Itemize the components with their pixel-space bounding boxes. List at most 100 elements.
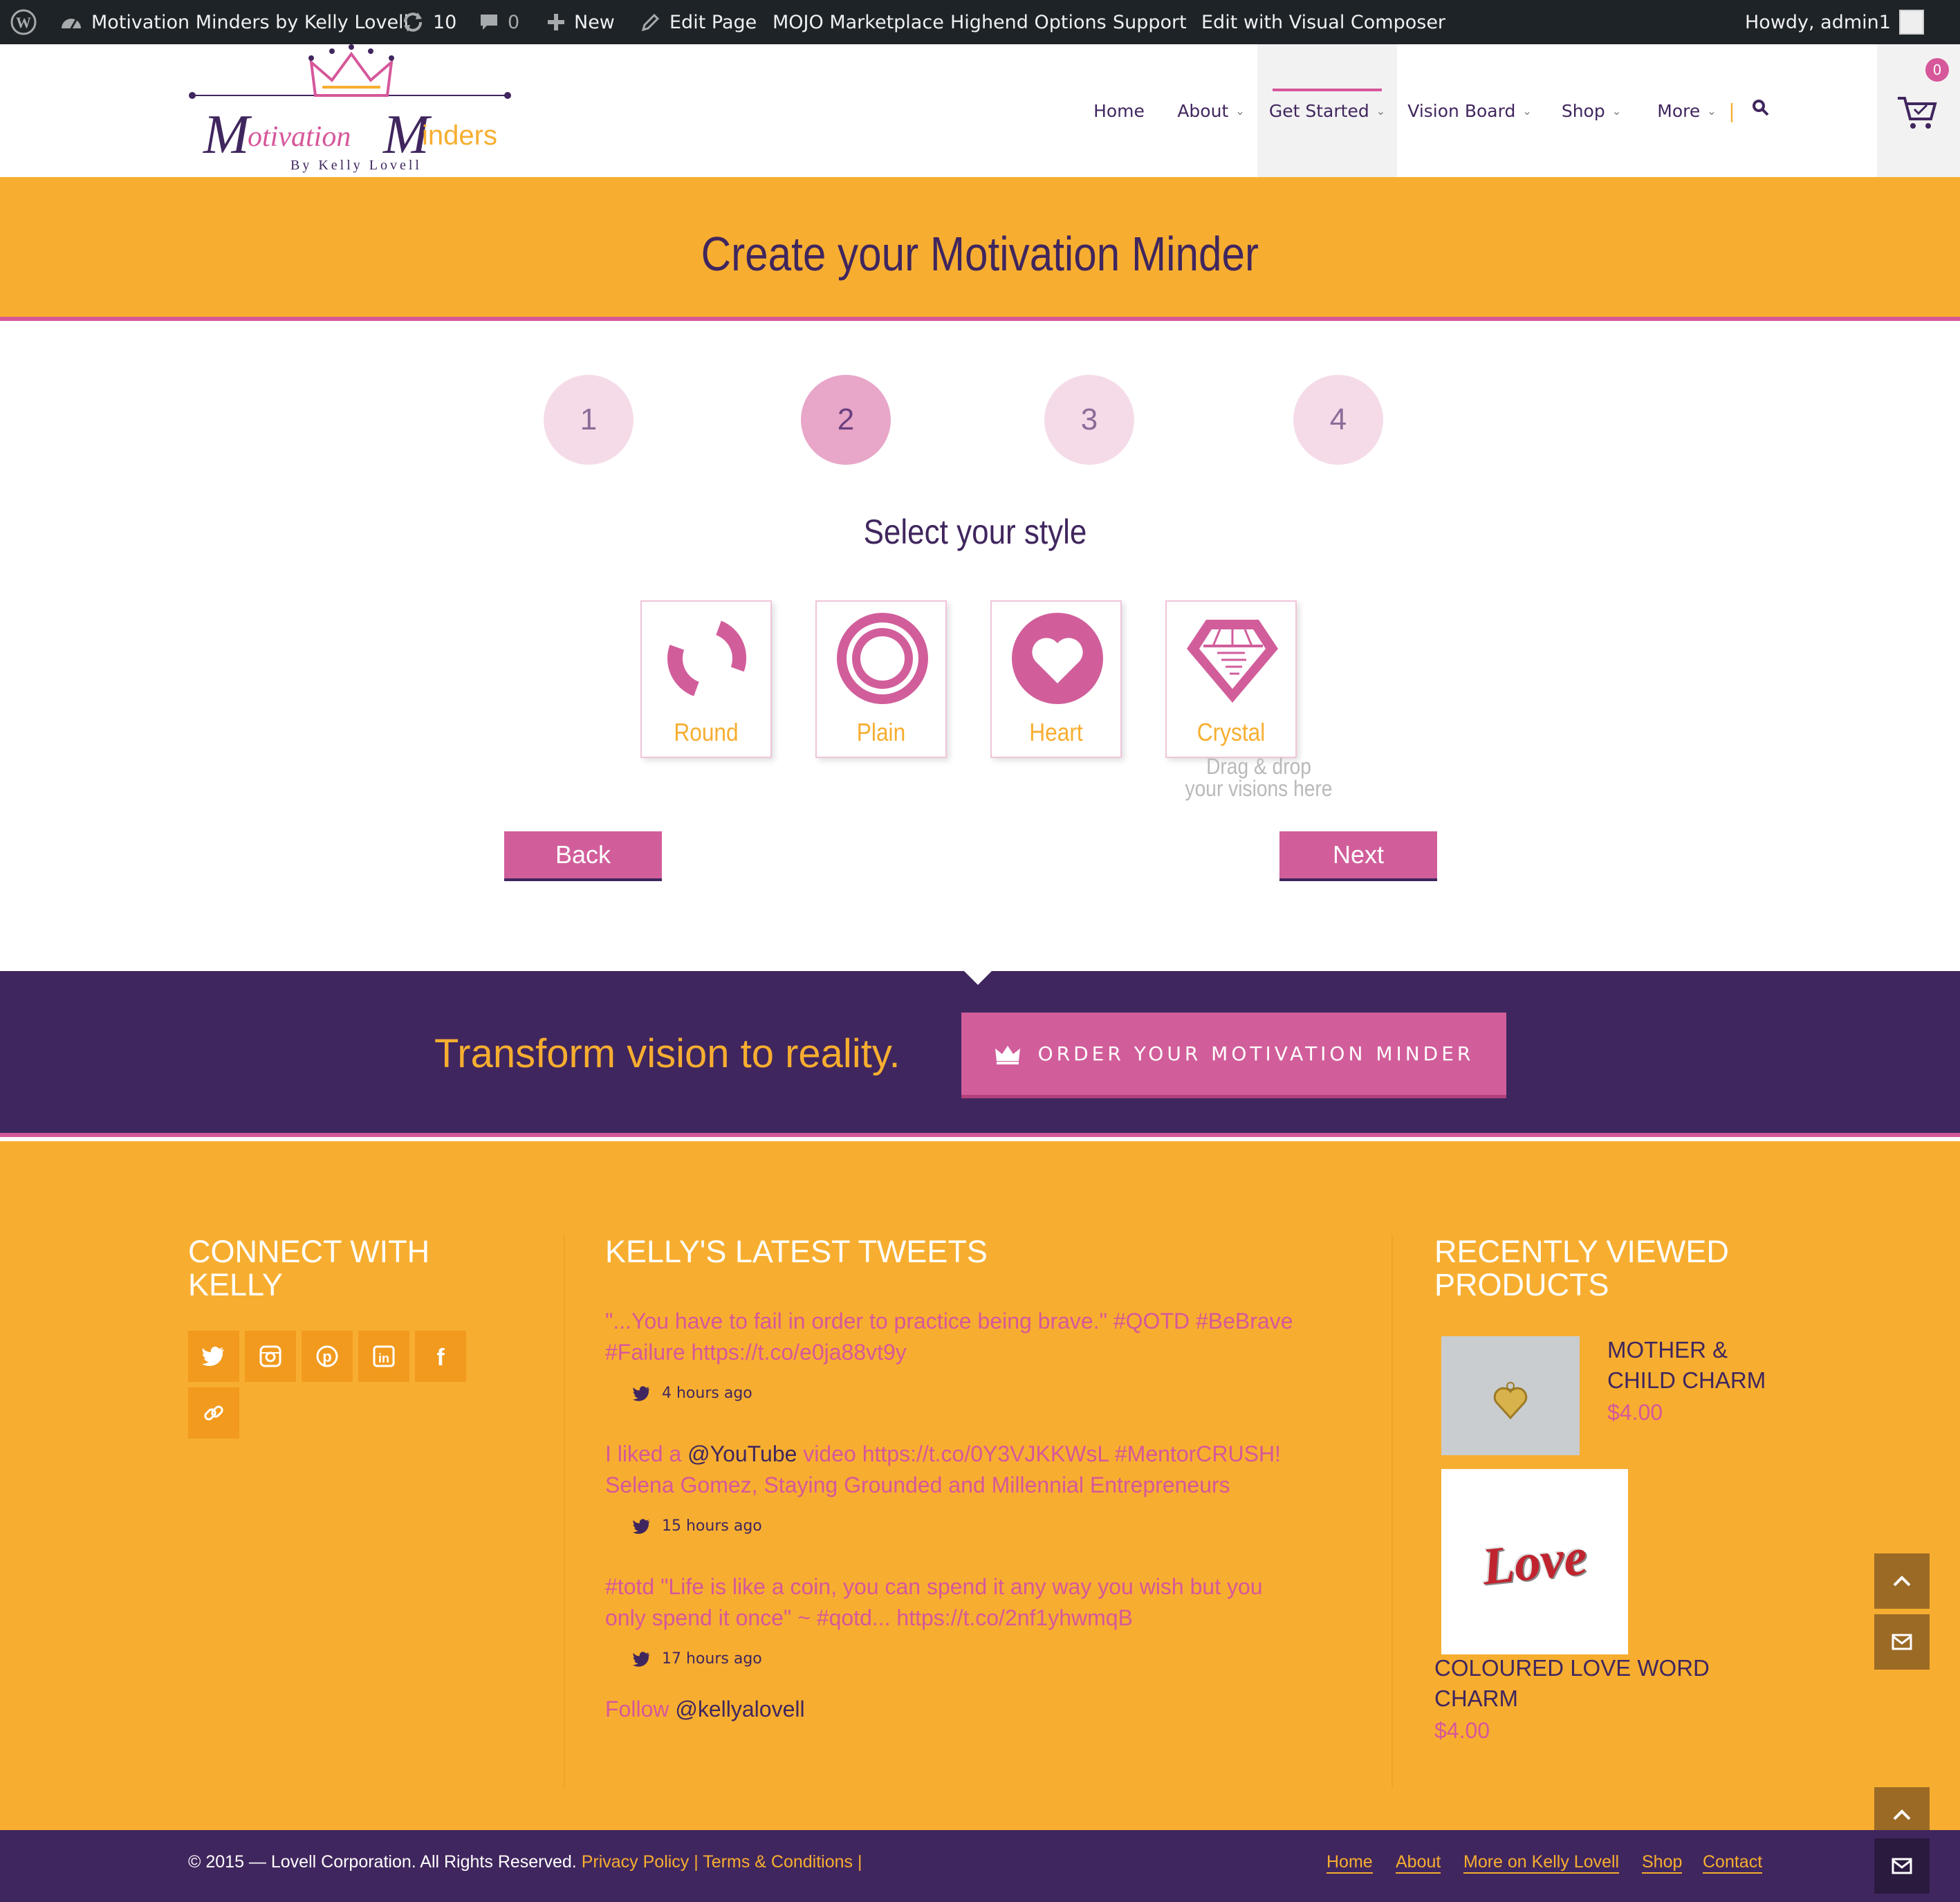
chevron-down-icon: ⌄: [1376, 104, 1386, 118]
product-image-mother-child[interactable]: [1441, 1336, 1580, 1455]
admin-account[interactable]: Howdy, admin1: [1745, 0, 1924, 44]
edit-page-label: Edit Page: [669, 11, 757, 33]
nav-shop[interactable]: Shop ⌄: [1553, 44, 1629, 177]
scroll-top-button[interactable]: [1874, 1553, 1930, 1609]
tweet-2-pre: I liked a: [605, 1441, 682, 1466]
admin-mojo[interactable]: MOJO Marketplace: [773, 0, 944, 44]
product-price: $4.00: [1607, 1400, 1663, 1425]
step-3[interactable]: 3: [1044, 375, 1134, 465]
nav-vision-board[interactable]: Vision Board ⌄: [1404, 44, 1535, 177]
updates-count: 10: [433, 11, 457, 33]
comments-count: 0: [508, 11, 520, 33]
nav-home[interactable]: Home: [1079, 44, 1159, 177]
step-1[interactable]: 1: [544, 375, 634, 465]
admin-bar: W Motivation Minders by Kelly Lovell 10 …: [0, 0, 1960, 44]
contact-mail-button[interactable]: [1874, 1614, 1930, 1670]
linkedin-link[interactable]: in: [358, 1331, 409, 1382]
twitter-link[interactable]: [188, 1331, 239, 1382]
product-price: $4.00: [1434, 1718, 1490, 1743]
admin-comments[interactable]: 0: [479, 0, 519, 44]
product-name-love-charm[interactable]: COLOURED LOVE WORD CHARM: [1434, 1653, 1710, 1714]
link-separator: |: [857, 1852, 862, 1872]
tweet-1-line-1: "...You have to fail in order to practic…: [605, 1309, 1293, 1333]
terms-link[interactable]: Terms & Conditions: [703, 1852, 853, 1872]
link-separator: |: [694, 1852, 699, 1872]
cart-button[interactable]: 0: [1877, 44, 1960, 177]
admin-edit-page[interactable]: Edit Page: [640, 0, 757, 44]
search-icon[interactable]: [1746, 44, 1776, 172]
footer-link-shop[interactable]: Shop: [1642, 1852, 1683, 1874]
privacy-policy-link[interactable]: Privacy Policy: [582, 1852, 690, 1872]
follow-handle-link[interactable]: @kellyalovell: [675, 1697, 804, 1721]
admin-visual-composer[interactable]: Edit with Visual Composer: [1201, 0, 1445, 44]
tweet-3-time: 17 hours ago: [662, 1650, 762, 1668]
follow-line: Follow @kellyalovell: [605, 1694, 1352, 1725]
tweet-1-line-2: #Failure https://t.co/e0ja88vt9y: [605, 1340, 907, 1365]
instagram-link[interactable]: [245, 1331, 296, 1382]
chevron-down-icon: ⌄: [1235, 104, 1245, 118]
next-button[interactable]: Next: [1279, 831, 1437, 881]
product-1-name-line-1: MOTHER &: [1607, 1337, 1728, 1363]
back-button[interactable]: Back: [504, 831, 662, 881]
nav-about-label: About: [1177, 100, 1229, 121]
style-card-plain[interactable]: Plain: [815, 600, 947, 758]
style-card-heart[interactable]: Heart: [990, 600, 1122, 758]
tweet-3-line-1: #totd "Life is like a coin, you can spen…: [605, 1574, 1263, 1599]
nav-more[interactable]: More ⌄: [1646, 44, 1728, 177]
step-4[interactable]: 4: [1293, 375, 1383, 465]
step-2[interactable]: 2: [801, 375, 891, 465]
admin-new[interactable]: New: [546, 0, 615, 44]
nav-about[interactable]: About ⌄: [1167, 44, 1255, 177]
tweet-3[interactable]: #totd "Life is like a coin, you can spen…: [605, 1571, 1352, 1634]
style-round-label: Round: [674, 718, 739, 746]
footer-link-about[interactable]: About: [1396, 1852, 1441, 1874]
site-logo[interactable]: M otivation M inders By Kelly Lovell: [187, 44, 519, 177]
admin-highend[interactable]: Highend Options: [950, 0, 1107, 44]
style-card-round[interactable]: Round: [640, 600, 772, 758]
plain-style-icon: [837, 613, 928, 704]
drag-drop-hint: Drag & drop your visions here: [1174, 755, 1344, 800]
love-charm-image-text: Love: [1479, 1526, 1590, 1596]
product-name-mother-child[interactable]: MOTHER & CHILD CHARM: [1607, 1335, 1766, 1396]
admin-site-link[interactable]: Motivation Minders by Kelly Lovell: [59, 0, 409, 44]
mail-icon: [1892, 1858, 1912, 1874]
mail-icon: [1892, 1634, 1912, 1650]
chevron-down-icon: ⌄: [1522, 104, 1532, 118]
admin-updates[interactable]: 10: [401, 0, 456, 44]
website-link[interactable]: [188, 1387, 239, 1439]
pencil-icon: [641, 13, 660, 32]
footer-link-home[interactable]: Home: [1326, 1852, 1373, 1874]
recent-heading-line-1: RECENTLY VIEWED: [1434, 1234, 1729, 1269]
admin-support[interactable]: Support: [1113, 0, 1187, 44]
tweet-2[interactable]: I liked a @YouTube video https://t.co/0Y…: [605, 1439, 1352, 1501]
nav-get-started[interactable]: Get Started ⌄: [1257, 44, 1397, 177]
wordpress-logo-icon[interactable]: W: [10, 0, 37, 44]
nav-get-started-label: Get Started: [1268, 100, 1369, 121]
drag-drop-line-2: your visions here: [1185, 776, 1333, 801]
tweet-2-mention[interactable]: @YouTube: [687, 1441, 797, 1466]
footer-link-contact[interactable]: Contact: [1703, 1852, 1763, 1874]
contact-mail-button[interactable]: [1874, 1838, 1930, 1894]
tweet-1[interactable]: "...You have to fail in order to practic…: [605, 1306, 1352, 1368]
order-button-label: ORDER YOUR MOTIVATION MINDER: [1037, 1042, 1474, 1065]
visual-composer-label: Edit with Visual Composer: [1201, 11, 1446, 33]
nav-separator: |: [1728, 99, 1735, 122]
connect-heading-line-2: KELLY: [188, 1267, 283, 1302]
tweet-1-meta: 4 hours ago: [633, 1385, 752, 1402]
recent-products-heading: RECENTLY VIEWED PRODUCTS: [1434, 1235, 1729, 1302]
style-card-crystal[interactable]: Crystal: [1165, 600, 1297, 758]
order-minder-button[interactable]: ORDER YOUR MOTIVATION MINDER: [961, 1013, 1506, 1098]
facebook-link[interactable]: f: [415, 1331, 466, 1382]
logo-word-2: inders: [422, 120, 497, 151]
updates-icon: [404, 12, 422, 32]
logo-byline: By Kelly Lovell: [290, 158, 422, 173]
footer-divider: [564, 1235, 565, 1788]
product-image-love-charm[interactable]: Love: [1441, 1469, 1628, 1654]
logo-word-1: otivation: [248, 121, 351, 153]
footer-link-more-on-kelly[interactable]: More on Kelly Lovell: [1463, 1852, 1620, 1874]
dashboard-icon: [62, 19, 81, 29]
svg-text:p: p: [322, 1348, 331, 1365]
pinterest-link[interactable]: p: [302, 1331, 353, 1382]
nav-more-label: More: [1657, 100, 1701, 121]
copyright: © 2015 — Lovell Corporation. All Rights …: [188, 1852, 862, 1872]
